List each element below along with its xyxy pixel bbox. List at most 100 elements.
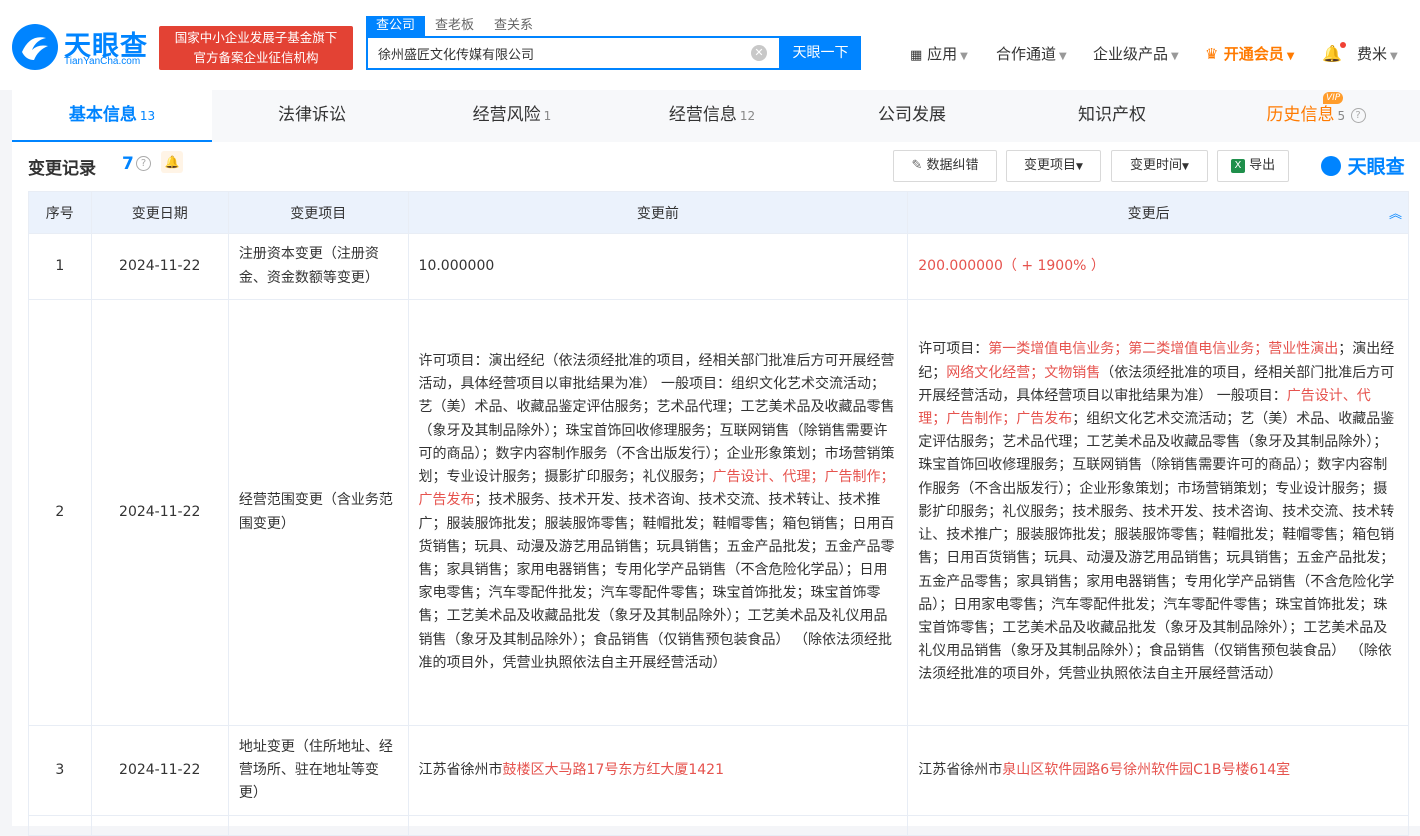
highlight-span: 泉山区软件园路6号徐州软件园C1B号楼614室 [1002, 761, 1291, 778]
tab-risk[interactable]: 经营风险 1 [412, 90, 612, 142]
export-button[interactable]: X 导出 [1217, 150, 1289, 182]
collapse-icon[interactable]: ︽ [1389, 203, 1402, 222]
tab-operation[interactable]: 经营信息 12 [612, 90, 812, 142]
change-time-label: 变更时间 [1130, 158, 1183, 173]
logo-subtitle: TianYanCha.com [64, 56, 141, 67]
text-span: 许可项目： [918, 341, 989, 358]
caret-down-icon: ▼ [1182, 162, 1189, 172]
col-header-before: 变更前 [407, 191, 909, 234]
tab-development[interactable]: 公司发展 [812, 90, 1012, 142]
site-logo[interactable]: 天眼查 TianYanCha.com [12, 22, 152, 72]
cell-item: 地址变更（住所地址、经营场所、驻在地址等变更） [227, 725, 409, 816]
excel-icon: X [1230, 158, 1245, 173]
col-header-no: 序号 [28, 191, 92, 234]
crown-icon: ♛ [1205, 45, 1219, 63]
gov-badge[interactable]: 国家中小企业发展子基金旗下 官方备案企业征信机构 [159, 26, 353, 70]
cell-after: 200.000000（ + 1900% ） [907, 233, 1409, 300]
badge-line-2: 官方备案企业征信机构 [193, 50, 319, 65]
chevron-down-icon: ▼ [1390, 51, 1398, 62]
table-row: 1 2024-11-22 注册资本变更（注册资金、资金数额等变更） 10.000… [28, 233, 1409, 300]
tianyancha-watermark: 天眼查 [1321, 152, 1405, 179]
nav-channel[interactable]: 合作通道 ▼ [996, 43, 1067, 64]
change-item-label: 变更项目 [1024, 158, 1077, 173]
cell-no: 3 [28, 725, 92, 816]
nav-user-label: 费米 [1357, 45, 1388, 63]
cell-before: 许可项目：演出经纪（依法须经批准的项目，经相关部门批准后方可开展经营活动，具体经… [407, 299, 909, 726]
highlight-span: 200.000000（ + 1900% ） [918, 257, 1105, 274]
tab-label: 历史信息 [1266, 105, 1335, 125]
text-span: 江苏省徐州市 [918, 761, 1003, 778]
export-label: 导出 [1249, 158, 1276, 173]
nav-apps[interactable]: ▦ 应用 ▼ [910, 43, 968, 64]
subscribe-bell-icon[interactable]: 🔔 [161, 151, 183, 173]
watermark-text: 天眼查 [1347, 156, 1405, 178]
text-span: 江苏省徐州市 [418, 761, 503, 778]
cell-no: 1 [28, 233, 92, 300]
highlight-span: 第一类增值电信业务；第二类增值电信业务；营业性演出 [988, 341, 1339, 358]
section-count: 7 [122, 154, 134, 174]
clear-icon[interactable]: ✕ [751, 45, 767, 61]
nav-enterprise[interactable]: 企业级产品 ▼ [1093, 43, 1179, 64]
tab-label: 公司发展 [878, 105, 946, 125]
logo-mark-icon [12, 24, 58, 70]
change-item-dropdown[interactable]: 变更项目▼ [1006, 150, 1101, 182]
change-time-dropdown[interactable]: 变更时间▼ [1111, 150, 1208, 182]
table-row: 2 2024-11-22 经营范围变更（含业务范围变更） 许可项目：演出经纪（依… [28, 299, 1409, 726]
section-header: 变更记录 7 ? 🔔 ✎ 数据纠错 变更项目▼ 变更时间▼ X 导出 天眼查 [28, 150, 1408, 186]
logo-mark-icon [1321, 156, 1341, 176]
section-title: 变更记录 [28, 159, 96, 179]
badge-line-1: 国家中小企业发展子基金旗下 [174, 30, 338, 45]
help-icon[interactable]: ? [1350, 107, 1366, 123]
caret-down-icon: ▼ [1076, 162, 1083, 172]
chevron-down-icon: ▼ [1286, 51, 1295, 62]
cell-after: 江苏省徐州市泉山区软件园路6号徐州软件园C1B号楼614室 [907, 725, 1409, 816]
text-span: ；技术服务、技术开发、技术咨询、技术交流、技术转让、技术推广；服装服饰批发；服装… [418, 492, 895, 671]
notification-bell-icon[interactable]: 🔔 [1322, 42, 1346, 63]
chevron-down-icon: ▼ [1171, 51, 1179, 62]
nav-vip[interactable]: ♛ 开通会员 ▼ [1205, 43, 1294, 64]
search-tab-company[interactable]: 查公司 [366, 16, 426, 36]
edit-icon: ✎ [911, 158, 923, 173]
cell-date: 2024-11-22 [90, 725, 229, 816]
cell-date: 2024-11-22 [90, 233, 229, 300]
highlight-span: 网络文化经营；文物销售 [946, 364, 1101, 381]
cell-date: 2024-11-22 [90, 299, 229, 726]
nav-enterprise-label: 企业级产品 [1093, 45, 1169, 63]
notification-dot [1339, 42, 1346, 48]
tab-label: 知识产权 [1078, 105, 1146, 125]
cell-item: 经营范围变更（含业务范围变更） [227, 299, 409, 726]
text-span: 许可项目：演出经纪（依法须经批准的项目，经相关部门批准后方可开展经营活动，具体经… [418, 353, 895, 486]
search-button[interactable]: 天眼一下 [780, 36, 861, 70]
col-header-date: 变更日期 [90, 191, 229, 234]
col-header-item: 变更项目 [227, 191, 409, 234]
search-input[interactable]: 徐州盛匠文化传媒有限公司 ✕ [366, 36, 781, 70]
cell-before: 10.000000 [407, 233, 909, 300]
tab-ip[interactable]: 知识产权 [1012, 90, 1212, 142]
text-span: ；组织文化艺术交流活动；艺（美）术品、收藏品鉴定评估服务；艺术品代理；工艺美术品… [918, 411, 1395, 683]
nav-vip-label: 开通会员 [1223, 45, 1284, 63]
cell-before: 江苏省徐州市鼓楼区大马路17号东方红大厦1421 [407, 725, 909, 816]
search-tab-boss[interactable]: 查老板 [425, 16, 484, 36]
tab-basic-info[interactable]: 基本信息 13 [12, 90, 212, 142]
cell-after: 许可项目：第一类增值电信业务；第二类增值电信业务；营业性演出；演出经纪；网络文化… [907, 299, 1409, 726]
main-tabs: 基本信息 13 法律诉讼 经营风险 1 经营信息 12 公司发展 知识产权 VIP 历史… [12, 90, 1420, 142]
nav-apps-label: 应用 [927, 45, 958, 63]
text-span: 10.000000 [418, 257, 495, 274]
tab-count: 1 [543, 109, 552, 123]
nav-user[interactable]: 费米 ▼ [1357, 43, 1398, 64]
grid-icon: ▦ [910, 48, 923, 63]
help-icon[interactable]: ? [136, 156, 151, 171]
highlight-span: 鼓楼区大马路17号东方红大厦1421 [502, 761, 724, 778]
tab-history[interactable]: VIP 历史信息 5 ? [1212, 90, 1420, 142]
col-header-after-label: 变更后 [1127, 205, 1170, 222]
data-correction-label: 数据纠错 [926, 158, 979, 173]
change-records-table: 序号 变更日期 变更项目 变更前 变更后 ︽ 1 2024-11-22 注册资本变… [28, 191, 1409, 836]
tab-legal[interactable]: 法律诉讼 [212, 90, 412, 142]
data-correction-button[interactable]: ✎ 数据纠错 [893, 150, 997, 182]
tab-label: 经营风险 [472, 105, 541, 125]
content-card: 基本信息 13 法律诉讼 经营风险 1 经营信息 12 公司发展 知识产权 VIP 历史… [12, 90, 1420, 836]
cell-item: 注册资本变更（注册资金、资金数额等变更） [227, 233, 409, 300]
search-tab-relation[interactable]: 查关系 [484, 16, 543, 36]
table-row: 3 2024-11-22 地址变更（住所地址、经营场所、驻在地址等变更） 江苏省… [28, 725, 1409, 816]
table-header-row: 序号 变更日期 变更项目 变更前 变更后 ︽ [28, 191, 1409, 234]
